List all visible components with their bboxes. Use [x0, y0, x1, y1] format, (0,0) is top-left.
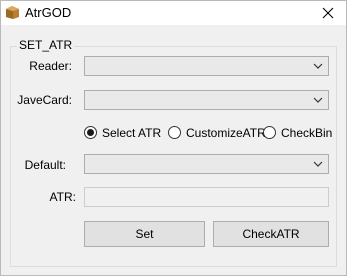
- chevron-down-icon: [313, 161, 323, 167]
- close-button[interactable]: [310, 1, 346, 25]
- chevron-down-icon: [313, 63, 323, 69]
- window-title: AtrGOD: [25, 5, 72, 20]
- radio-label: CustomizeATR: [186, 126, 266, 140]
- radio-customize-atr[interactable]: CustomizeATR: [168, 125, 266, 141]
- atr-input[interactable]: [84, 187, 329, 207]
- default-label: Default:: [24, 158, 66, 172]
- reader-select[interactable]: [84, 56, 329, 76]
- default-select[interactable]: [84, 154, 329, 174]
- javecard-label: JaveCard:: [17, 93, 72, 107]
- set-button[interactable]: Set: [84, 221, 205, 247]
- package-icon: [5, 5, 20, 20]
- close-icon: [322, 7, 334, 19]
- group-title: SET_ATR: [17, 38, 75, 52]
- javecard-select[interactable]: [84, 90, 329, 110]
- atr-label: ATR:: [49, 190, 76, 204]
- radio-indicator: [168, 126, 181, 139]
- radio-check-bin[interactable]: CheckBin: [263, 125, 333, 141]
- radio-indicator: [263, 126, 276, 139]
- chevron-down-icon: [313, 97, 323, 103]
- title-bar[interactable]: AtrGOD: [1, 1, 346, 25]
- radio-label: CheckBin: [281, 126, 333, 140]
- reader-label: Reader:: [29, 59, 72, 73]
- app-window: AtrGOD SET_ATR Reader: JaveCard: Select …: [0, 0, 347, 276]
- radio-select-atr[interactable]: Select ATR: [84, 125, 164, 141]
- radio-label: Select ATR: [102, 126, 162, 140]
- radio-indicator: [84, 126, 97, 139]
- check-atr-button[interactable]: CheckATR: [213, 221, 329, 247]
